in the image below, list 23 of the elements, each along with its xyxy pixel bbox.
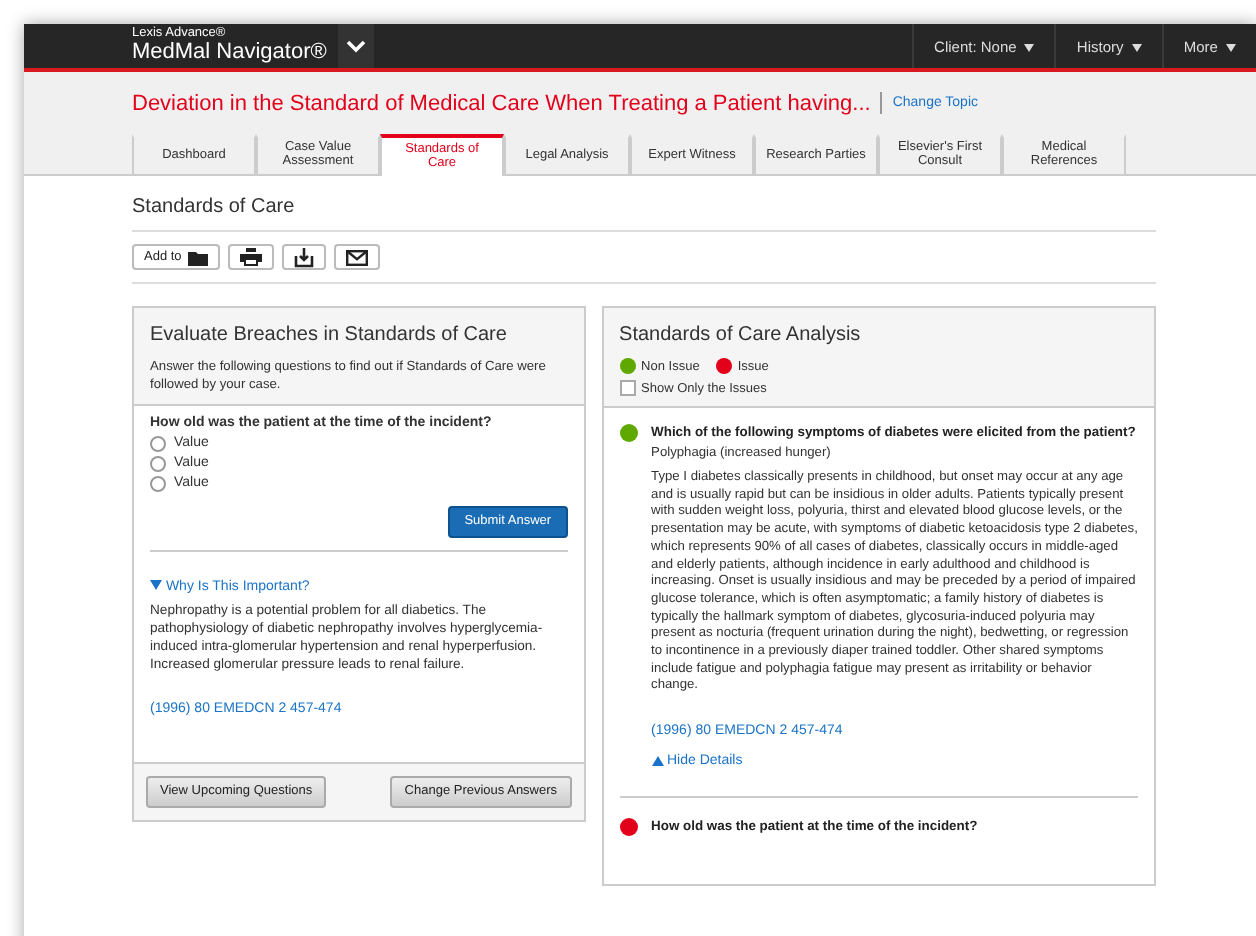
caret-down-icon (150, 580, 162, 591)
radio-button[interactable] (150, 436, 166, 453)
email-icon (345, 249, 368, 265)
chevron-down-icon (346, 39, 367, 53)
caret-up-icon (651, 755, 664, 766)
product-menu-button[interactable] (338, 24, 375, 68)
page-title: Standards of Care (132, 176, 1156, 232)
print-button[interactable] (227, 244, 274, 270)
folder-icon (187, 249, 208, 265)
brand-title: MedMal Navigator® (132, 42, 327, 65)
download-button[interactable] (281, 244, 326, 270)
download-icon (293, 247, 314, 267)
topic-title: Deviation in the Standard of Medical Care When Treating a Patient having... (132, 91, 871, 115)
checkbox[interactable] (619, 380, 636, 396)
panel-title: Standards of Care Analysis (619, 324, 863, 346)
radio-button[interactable] (150, 456, 166, 473)
caret-down-icon (1226, 43, 1236, 52)
radio-button[interactable] (150, 475, 166, 492)
email-button[interactable] (333, 244, 380, 270)
caret-down-icon (1024, 43, 1035, 52)
print-icon (239, 248, 262, 266)
panel-title: Evaluate Breaches in Standards of Care (150, 324, 509, 346)
caret-down-icon (1131, 43, 1142, 52)
